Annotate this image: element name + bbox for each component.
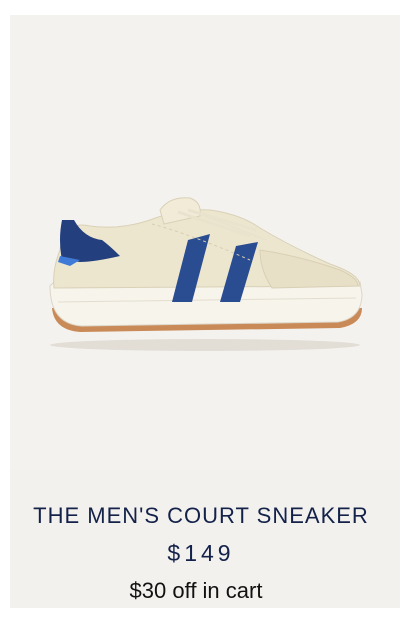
product-price: $149 [167, 540, 235, 566]
product-info: THE MEN'S COURT SNEAKER $149 $30 off in … [10, 470, 400, 608]
product-card[interactable]: THE MEN'S COURT SNEAKER $149 $30 off in … [10, 15, 400, 608]
product-image[interactable] [10, 15, 400, 470]
product-name[interactable]: THE MEN'S COURT SNEAKER [10, 503, 392, 529]
sneaker-image [49, 197, 363, 351]
promo-text: $30 off in cart [129, 578, 263, 603]
